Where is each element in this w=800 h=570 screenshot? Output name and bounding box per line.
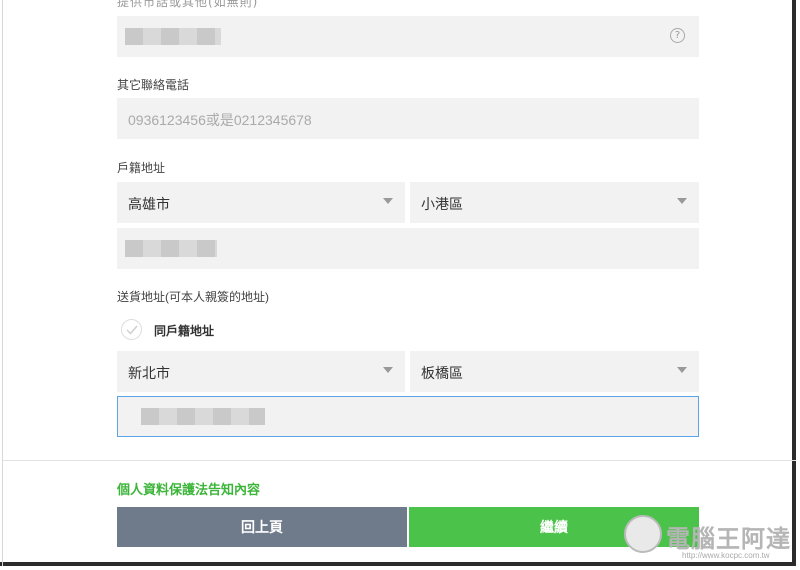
top-phone-field[interactable]: ? (117, 16, 699, 57)
blurred-value (125, 240, 217, 257)
watermark-url: http://www.kocpc.com.tw (682, 551, 770, 560)
back-button[interactable]: 回上頁 (117, 507, 407, 547)
chevron-down-icon (677, 367, 687, 373)
delivery-street-input[interactable] (117, 396, 699, 437)
watermark-logo: 電腦王阿達 http://www.kocpc.com.tw (620, 513, 792, 561)
delivery-city-select[interactable]: 新北市 (117, 351, 405, 392)
household-district-value: 小港區 (421, 196, 463, 212)
delivery-city-value: 新北市 (128, 365, 170, 381)
other-phone-placeholder: 0936123456或是0212345678 (128, 112, 312, 128)
mascot-icon (624, 515, 662, 553)
household-street-input[interactable] (117, 228, 699, 269)
delivery-district-value: 板橋區 (421, 365, 463, 381)
blurred-value (125, 28, 221, 45)
privacy-notice-link[interactable]: 個人資料保護法告知內容 (117, 479, 260, 498)
same-address-label[interactable]: 同戶籍地址 (154, 322, 214, 339)
chevron-down-icon (383, 367, 393, 373)
frame-left-edge (2, 0, 3, 566)
other-phone-input[interactable]: 0936123456或是0212345678 (117, 98, 699, 139)
household-city-select[interactable]: 高雄市 (117, 182, 405, 223)
chevron-down-icon (383, 198, 393, 204)
help-icon[interactable]: ? (670, 28, 685, 43)
other-phone-label: 其它聯絡電話 (117, 78, 190, 92)
household-district-select[interactable]: 小港區 (410, 182, 699, 223)
delivery-district-select[interactable]: 板橋區 (410, 351, 699, 392)
check-icon (126, 325, 138, 335)
section-divider (3, 460, 796, 461)
same-address-checkbox[interactable] (121, 319, 142, 340)
delivery-address-label: 送貨地址(可本人親簽的地址) (117, 290, 269, 304)
watermark-brand: 電腦王阿達 (666, 526, 791, 553)
chevron-down-icon (677, 198, 687, 204)
household-city-value: 高雄市 (128, 196, 170, 212)
blurred-value (141, 408, 265, 425)
top-field-label: 提供市話或其他(如無則) (117, 0, 259, 9)
household-address-label: 戶籍地址 (117, 161, 166, 175)
